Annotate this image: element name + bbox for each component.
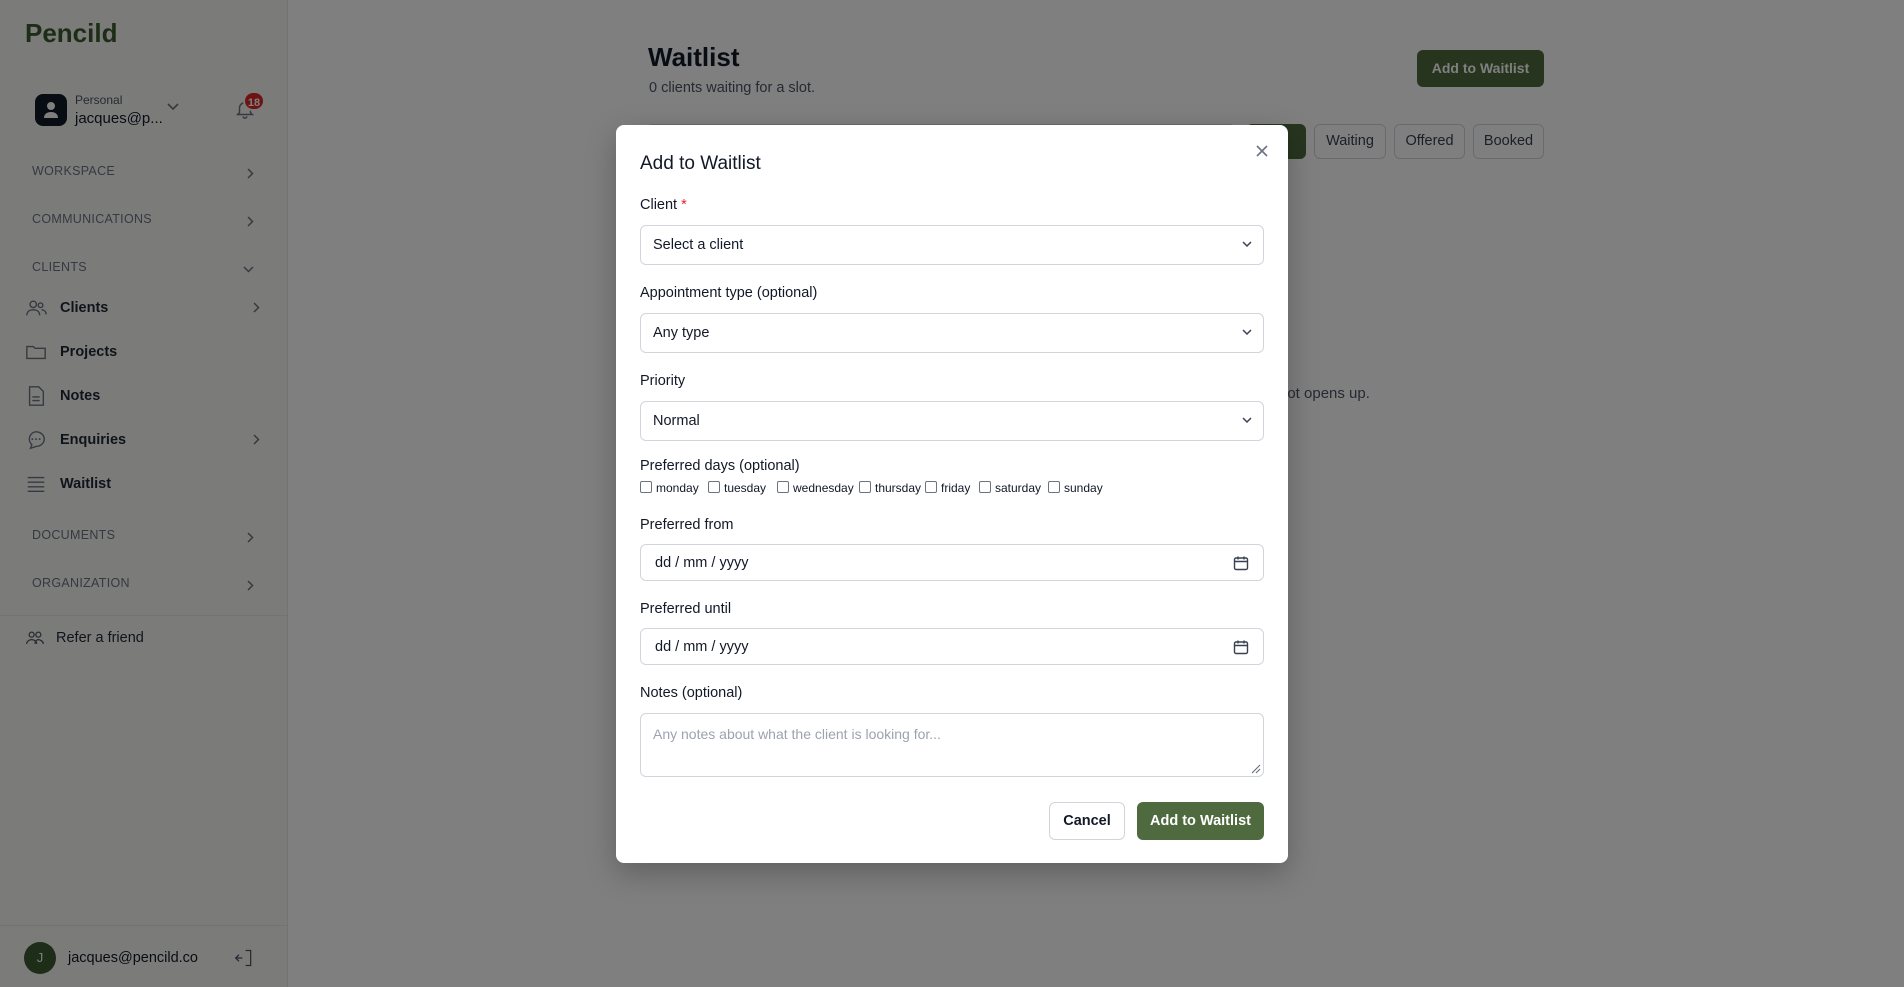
appointment-type-value: Any type	[653, 325, 710, 341]
preferred-until-date-input[interactable]: dd / mm / yyyy	[640, 628, 1264, 665]
checkbox[interactable]	[1048, 481, 1060, 493]
chevron-down-icon	[1242, 241, 1252, 248]
notes-textarea[interactable]: Any notes about what the client is looki…	[640, 713, 1264, 777]
day-label: wednesday	[793, 481, 854, 495]
appointment-type-select[interactable]: Any type	[640, 313, 1264, 353]
close-icon[interactable]	[1253, 142, 1271, 160]
calendar-icon[interactable]	[1233, 639, 1249, 655]
calendar-icon[interactable]	[1233, 555, 1249, 571]
preferred-days-label: Preferred days (optional)	[640, 458, 800, 474]
checkbox[interactable]	[777, 481, 789, 493]
day-label: tuesday	[724, 481, 767, 495]
checkbox[interactable]	[640, 481, 652, 493]
appointment-type-label: Appointment type (optional)	[640, 285, 818, 301]
add-to-waitlist-submit-button[interactable]: Add to Waitlist	[1137, 802, 1264, 840]
notes-label: Notes (optional)	[640, 685, 743, 701]
checkbox[interactable]	[925, 481, 937, 493]
checkbox[interactable]	[708, 481, 720, 493]
day-label: monday	[656, 481, 699, 495]
day-label: saturday	[995, 481, 1042, 495]
preferred-from-date-input[interactable]: dd / mm / yyyy	[640, 544, 1264, 581]
checkbox[interactable]	[859, 481, 871, 493]
required-mark: *	[681, 197, 687, 213]
date-value: dd / mm / yyyy	[655, 639, 749, 655]
dialog-title: Add to Waitlist	[640, 153, 761, 174]
client-select[interactable]: Select a client	[640, 225, 1264, 265]
priority-label: Priority	[640, 373, 686, 389]
day-label: sunday	[1064, 481, 1103, 495]
priority-select[interactable]: Normal	[640, 401, 1264, 441]
checkbox[interactable]	[979, 481, 991, 493]
chevron-down-icon	[1242, 329, 1252, 336]
client-label: Client *	[640, 197, 687, 213]
preferred-from-label: Preferred from	[640, 517, 734, 533]
date-value: dd / mm / yyyy	[655, 555, 749, 571]
client-select-value: Select a client	[653, 237, 744, 253]
day-label: thursday	[875, 481, 922, 495]
chevron-down-icon	[1242, 417, 1252, 424]
add-to-waitlist-dialog: Add to Waitlist Client * Select a client…	[616, 125, 1288, 863]
day-label: friday	[941, 481, 971, 495]
resize-handle-icon[interactable]	[1249, 762, 1261, 774]
preferred-until-label: Preferred until	[640, 601, 732, 617]
preferred-days-group: monday tuesday wednesday thursday friday…	[640, 480, 1264, 496]
notes-placeholder: Any notes about what the client is looki…	[653, 726, 941, 742]
priority-value: Normal	[653, 413, 700, 429]
cancel-button[interactable]: Cancel	[1049, 802, 1125, 840]
client-label-text: Client	[640, 197, 678, 213]
